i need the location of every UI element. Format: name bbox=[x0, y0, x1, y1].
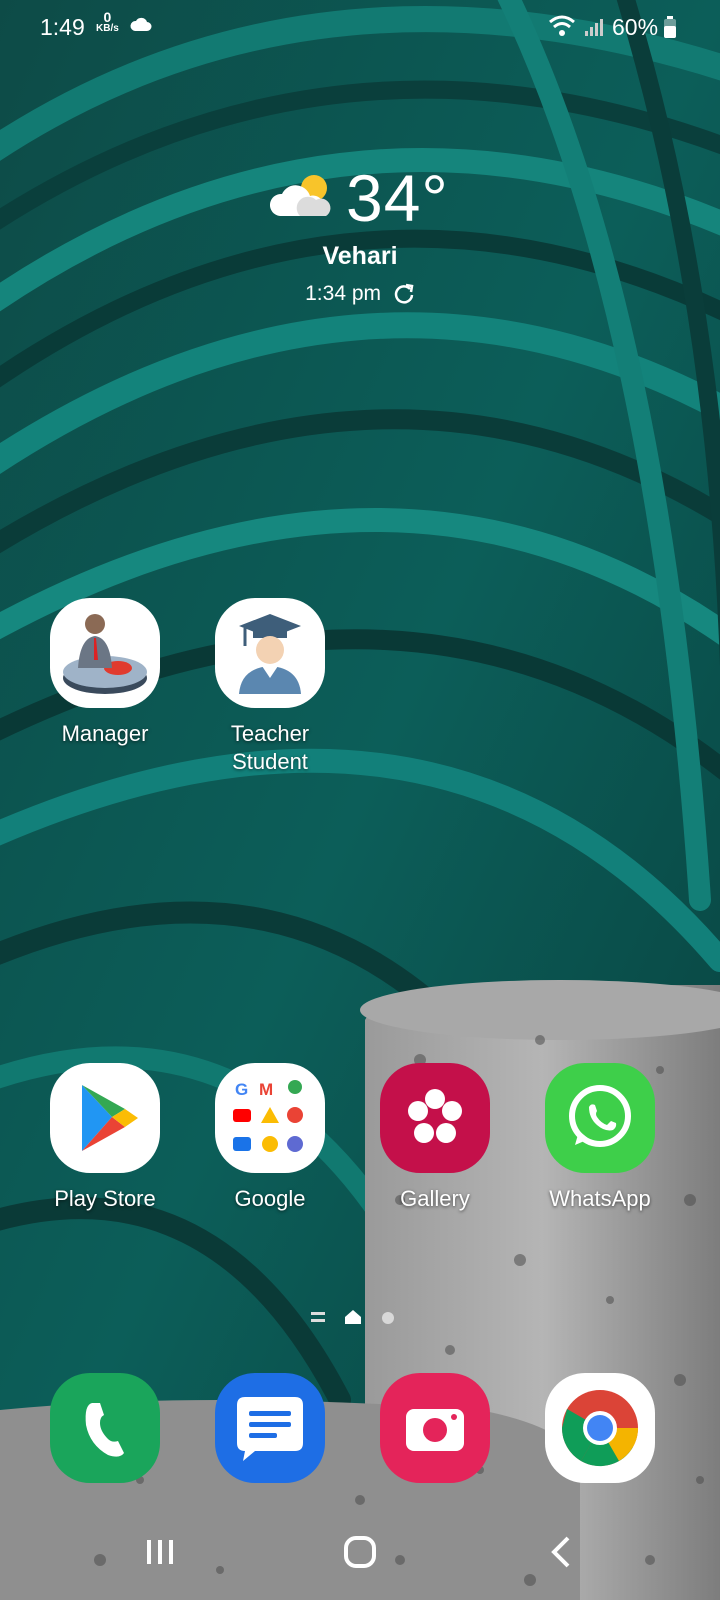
app-play-store[interactable]: Play Store bbox=[30, 1063, 180, 1213]
weather-updated: 1:34 pm bbox=[0, 282, 720, 306]
dock-messages[interactable] bbox=[195, 1373, 345, 1483]
manager-app-icon bbox=[50, 598, 160, 708]
wallpaper bbox=[0, 0, 720, 1600]
apps-list-indicator-icon bbox=[311, 1312, 325, 1322]
app-label: Google bbox=[234, 1186, 306, 1211]
weather-updated-time: 1:34 pm bbox=[305, 282, 382, 305]
teacher-student-app-icon bbox=[215, 598, 325, 708]
back-button[interactable] bbox=[542, 1532, 582, 1572]
page-dot bbox=[382, 1312, 394, 1324]
dock-phone[interactable] bbox=[30, 1373, 180, 1483]
wifi-icon bbox=[549, 15, 575, 36]
app-whatsapp[interactable]: WhatsApp bbox=[525, 1063, 675, 1213]
refresh-icon[interactable] bbox=[393, 283, 415, 305]
navigation-bar bbox=[0, 1520, 720, 1600]
status-bar: 1:49 0 KB/s 60% bbox=[0, 0, 720, 56]
battery-icon bbox=[664, 16, 676, 38]
app-label: Teacher Student bbox=[230, 721, 310, 774]
battery-percent: 60% bbox=[612, 14, 659, 40]
home-button[interactable] bbox=[340, 1532, 380, 1572]
network-speed: 0 KB/s bbox=[96, 9, 119, 34]
app-teacher-student[interactable]: Teacher Student bbox=[195, 598, 345, 776]
dock-chrome[interactable] bbox=[525, 1373, 675, 1483]
recents-button[interactable] bbox=[140, 1532, 180, 1572]
app-google-folder[interactable]: G M Google bbox=[195, 1063, 345, 1213]
phone-icon bbox=[50, 1373, 160, 1483]
camera-icon bbox=[380, 1373, 490, 1483]
app-gallery[interactable]: Gallery bbox=[360, 1063, 510, 1213]
clock: 1:49 bbox=[40, 14, 85, 40]
weather-temperature: 34° bbox=[346, 161, 449, 235]
app-manager[interactable]: Manager bbox=[30, 598, 180, 748]
app-label: Play Store bbox=[54, 1186, 156, 1211]
app-label: Manager bbox=[61, 721, 149, 746]
partly-sunny-icon bbox=[270, 175, 331, 216]
whatsapp-icon bbox=[545, 1063, 655, 1173]
page-indicator[interactable] bbox=[0, 1308, 720, 1328]
messages-icon bbox=[215, 1373, 325, 1483]
cloud-icon bbox=[130, 17, 152, 31]
play-store-icon bbox=[50, 1063, 160, 1173]
svg-text:G: G bbox=[235, 1080, 248, 1099]
chrome-icon bbox=[545, 1373, 655, 1483]
google-folder-icon: G M bbox=[215, 1063, 325, 1173]
signal-icon bbox=[585, 19, 603, 36]
weather-location: Vehari bbox=[322, 242, 398, 270]
app-label: WhatsApp bbox=[549, 1186, 651, 1211]
dock-camera[interactable] bbox=[360, 1373, 510, 1483]
svg-text:M: M bbox=[259, 1080, 273, 1099]
app-label: Gallery bbox=[400, 1186, 470, 1211]
home-page-indicator-icon bbox=[345, 1310, 361, 1324]
gallery-icon bbox=[380, 1063, 490, 1173]
